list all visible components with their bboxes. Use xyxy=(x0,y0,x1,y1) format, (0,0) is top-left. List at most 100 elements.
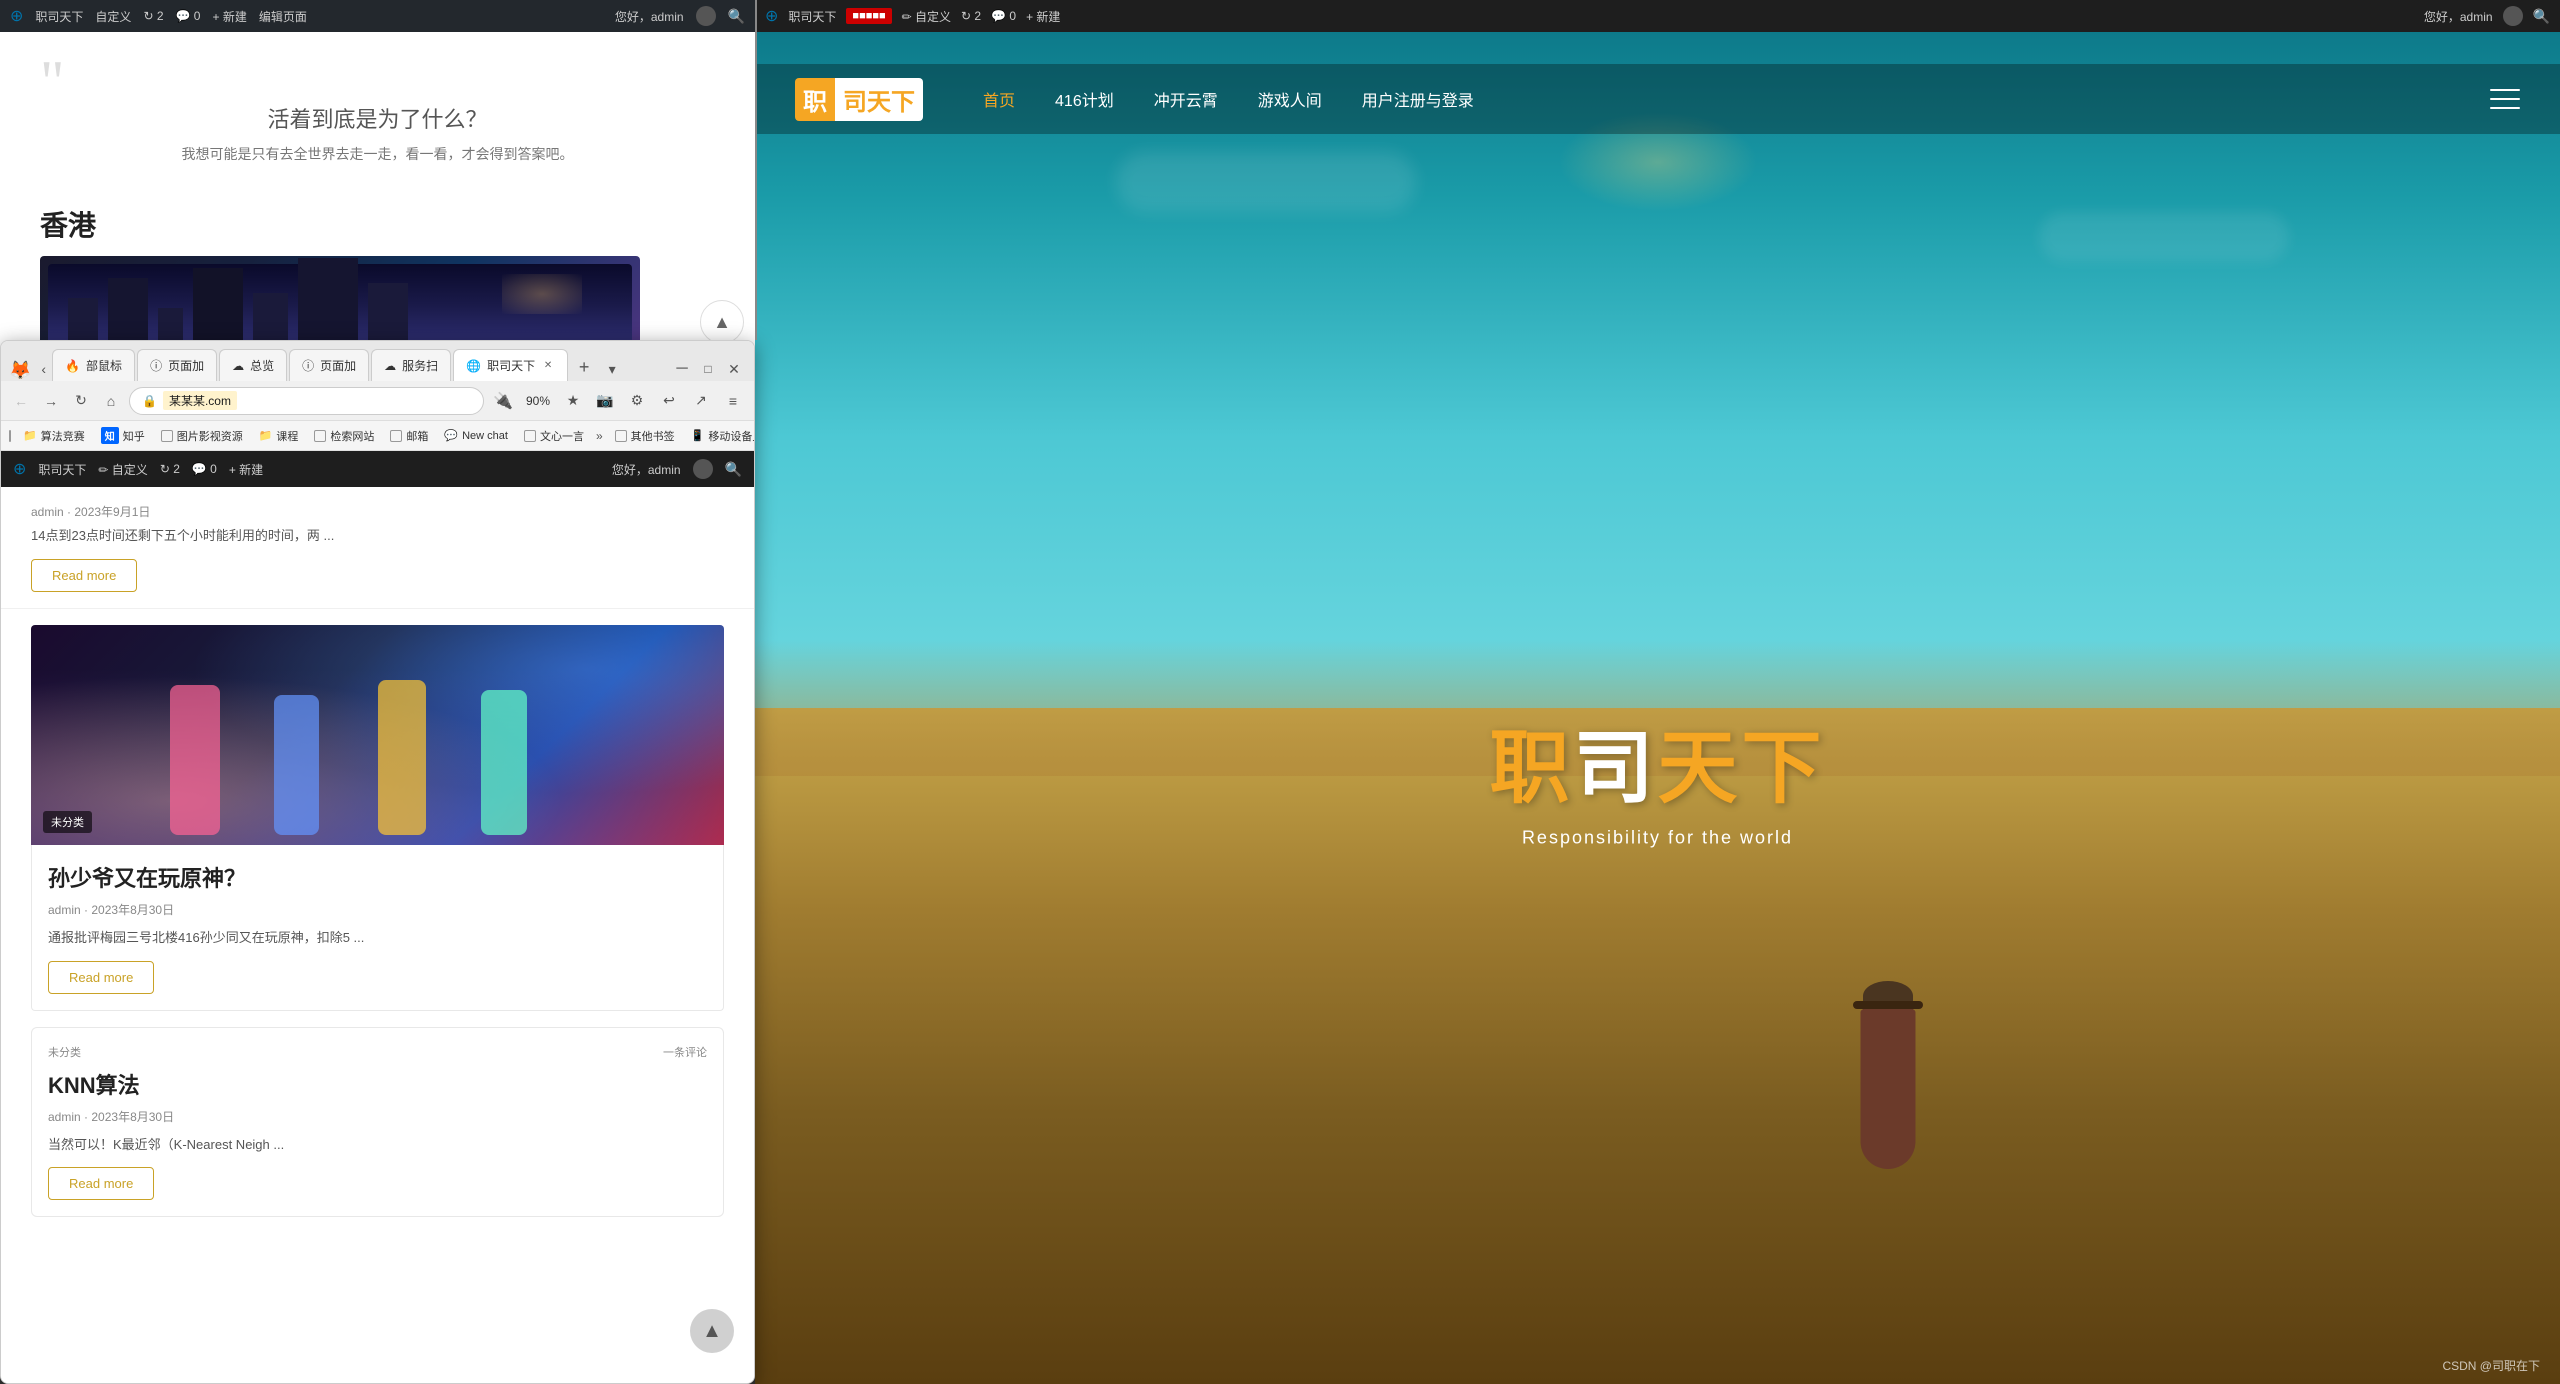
bookmark-star-icon[interactable]: ★ xyxy=(560,388,586,414)
right-wp-search[interactable]: 🔍 xyxy=(2533,8,2550,25)
title-zhi: 职 xyxy=(1490,723,1574,812)
right-wp-site[interactable]: 职司天下 xyxy=(788,8,836,25)
bookmarks-bar: 📁 算法竞赛 知 知乎 图片影视资源 📁 课程 检索网站 邮箱 💬 New ch… xyxy=(1,421,754,451)
featured-category-badge: 未分类 xyxy=(43,811,92,833)
wp-site-name[interactable]: 职司天下 xyxy=(35,8,83,25)
tab-page1[interactable]: ⓘ 页面加 xyxy=(137,349,217,381)
wp-customize-browser[interactable]: ✏ 自定义 xyxy=(98,461,147,478)
bookmark-label: New chat xyxy=(462,430,508,442)
nav-register[interactable]: 用户注册与登录 xyxy=(1362,87,1474,111)
featured-post-meta: admin · 2023年8月30日 xyxy=(48,901,707,918)
wp-new[interactable]: + 新建 xyxy=(212,8,246,25)
tab-scroll-left[interactable]: ‹ xyxy=(37,357,50,381)
close-window-button[interactable]: ✕ xyxy=(722,357,746,381)
featured-post-excerpt: 通报批评梅园三号北楼416孙少同又在玩原神，扣除5 ... xyxy=(48,928,707,949)
featured-read-more-button[interactable]: Read more xyxy=(48,961,154,994)
quote-sub-text: 我想可能是只有去全世界去走一走，看一看，才会得到答案吧。 xyxy=(40,144,715,164)
knn-read-more-button[interactable]: Read more xyxy=(48,1167,154,1200)
wp-comments-browser[interactable]: 💬 0 xyxy=(192,462,217,476)
bookmark-icon: 知 xyxy=(101,427,119,444)
bookmarks-overflow[interactable]: » xyxy=(596,429,603,443)
tab-label: 页面加 xyxy=(320,357,356,374)
bookmark-newchat[interactable]: 💬 New chat xyxy=(440,427,512,444)
wp-customize[interactable]: 自定义 xyxy=(95,8,131,25)
hamburger-menu[interactable] xyxy=(2490,89,2520,109)
hero-title-overlay: 职司天下 Responsibility for the world xyxy=(1490,703,1826,848)
hamburger-line-3 xyxy=(2490,107,2520,109)
bookmark-email[interactable]: 邮箱 xyxy=(386,426,432,446)
tab-label: 职司天下 xyxy=(487,357,535,374)
extension-icon-2[interactable]: ⚙ xyxy=(624,388,650,414)
wp-logo-icon: ⊕ xyxy=(10,6,23,26)
address-bar-row: ← → ↻ ⌂ 🔒 某某某.com 🔌 90% ★ 📷 ⚙ ↩ ↗ ≡ xyxy=(1,381,754,421)
quote-section: " 活着到底是为了什么？ 我想可能是只有去全世界去走一走，看一看，才会得到答案吧… xyxy=(0,32,755,184)
bookmark-wenxin[interactable]: 文心一言 xyxy=(520,426,588,446)
logo-left: 职 xyxy=(795,78,835,121)
bookmark-zhihu[interactable]: 知 知乎 xyxy=(97,425,149,446)
minimize-button[interactable]: ─ xyxy=(670,357,694,381)
nav-home[interactable]: 首页 xyxy=(983,87,1015,111)
forward-button[interactable]: → xyxy=(39,389,63,413)
home-button[interactable]: ⌂ xyxy=(99,389,123,413)
tab-close-button[interactable]: ✕ xyxy=(541,359,555,373)
bookmark-checkbox xyxy=(161,430,173,442)
bookmark-suanfa[interactable]: 📁 算法竞赛 xyxy=(19,426,89,446)
bookmark-mobile[interactable]: 📱 移动设备上的书签 xyxy=(687,426,754,446)
bookmark-checkbox xyxy=(390,430,402,442)
right-website: ⊕ 职司天下 ■■■■■ ✏ 自定义 ↻ 2 💬 0 + 新建 您好，admin… xyxy=(755,0,2560,1384)
address-input[interactable]: 🔒 某某某.com xyxy=(129,387,484,415)
first-read-more-button[interactable]: Read more xyxy=(31,559,137,592)
back-button[interactable]: ← xyxy=(9,389,33,413)
tab-bumiao[interactable]: 🔥 部鼠标 xyxy=(52,349,135,381)
site-logo[interactable]: 职 司天下 xyxy=(795,78,923,121)
back-forward-icon[interactable]: ↩ xyxy=(656,388,682,414)
wp-new-browser[interactable]: + 新建 xyxy=(229,461,263,478)
nav-cloud[interactable]: 冲开云霄 xyxy=(1154,87,1218,111)
left-wp-admin-bar: ⊕ 职司天下 自定义 ↻ 2 💬 0 + 新建 编辑页面 您好，admin 🔍 xyxy=(0,0,755,32)
bookmark-search[interactable]: 检索网站 xyxy=(310,426,378,446)
hero-subtitle: Responsibility for the world xyxy=(1490,827,1826,848)
tab-icon: 🌐 xyxy=(466,359,481,373)
bookmark-course[interactable]: 📁 课程 xyxy=(255,426,303,446)
tab-service[interactable]: ☁ 服务扫 xyxy=(371,349,451,381)
wp-search-icon[interactable]: 🔍 xyxy=(728,8,745,25)
scroll-up-button-browser[interactable]: ▲ xyxy=(690,1309,734,1353)
right-wp-new[interactable]: + 新建 xyxy=(1026,8,1060,25)
wp-admin-bar-browser: ⊕ 职司天下 ✏ 自定义 ↻ 2 💬 0 + 新建 您好，admin 🔍 xyxy=(1,451,754,487)
wp-search-browser[interactable]: 🔍 xyxy=(725,461,742,478)
wp-comments[interactable]: 💬 0 xyxy=(176,9,201,23)
featured-post-image: 未分类 xyxy=(31,625,724,845)
screenshot-icon[interactable]: 📷 xyxy=(592,388,618,414)
share-icon[interactable]: ↗ xyxy=(688,388,714,414)
tab-overview[interactable]: ☁ 总览 xyxy=(219,349,287,381)
tab-page2[interactable]: ⓘ 页面加 xyxy=(289,349,369,381)
reload-button[interactable]: ↻ xyxy=(69,389,93,413)
scroll-up-button-left[interactable]: ▲ xyxy=(700,300,744,344)
title-si: 司 xyxy=(1574,723,1658,812)
nav-game[interactable]: 游戏人间 xyxy=(1258,87,1322,111)
menu-button[interactable]: ≡ xyxy=(720,388,746,414)
wp-updates-browser[interactable]: ↻ 2 xyxy=(160,462,180,476)
maximize-button[interactable]: □ xyxy=(696,357,720,381)
tab-label: 服务扫 xyxy=(402,357,438,374)
wp-site-browser[interactable]: 职司天下 xyxy=(38,461,86,478)
tab-zhisi[interactable]: 🌐 职司天下 ✕ xyxy=(453,349,568,381)
right-wp-customize[interactable]: ✏ 自定义 xyxy=(902,8,951,25)
site-header: 职 司天下 首页 416计划 冲开云霄 游戏人间 用户注册与登录 xyxy=(755,64,2560,134)
extension-icon-1[interactable]: 🔌 xyxy=(490,388,516,414)
left-background-page: ⊕ 职司天下 自定义 ↻ 2 💬 0 + 新建 编辑页面 您好，admin 🔍 … xyxy=(0,0,755,340)
bookmark-label: 检索网站 xyxy=(330,428,374,444)
knn-excerpt: 当然可以！K最近邻（K-Nearest Neigh ... xyxy=(48,1135,707,1156)
new-tab-button[interactable]: + xyxy=(570,353,598,381)
tab-label: 页面加 xyxy=(168,357,204,374)
tab-overflow-button[interactable]: ▾ xyxy=(600,357,624,381)
wp-updates[interactable]: ↻ 2 xyxy=(143,9,163,23)
bookmark-checkbox xyxy=(314,430,326,442)
wp-edit[interactable]: 编辑页面 xyxy=(259,8,307,25)
right-wp-updates[interactable]: ↻ 2 xyxy=(961,9,981,23)
cloud-1 xyxy=(1116,152,1416,212)
bookmark-others[interactable]: 其他书签 xyxy=(611,426,679,446)
nav-416[interactable]: 416计划 xyxy=(1055,87,1114,111)
bookmark-media[interactable]: 图片影视资源 xyxy=(157,426,247,446)
right-wp-comments[interactable]: 💬 0 xyxy=(991,9,1016,23)
